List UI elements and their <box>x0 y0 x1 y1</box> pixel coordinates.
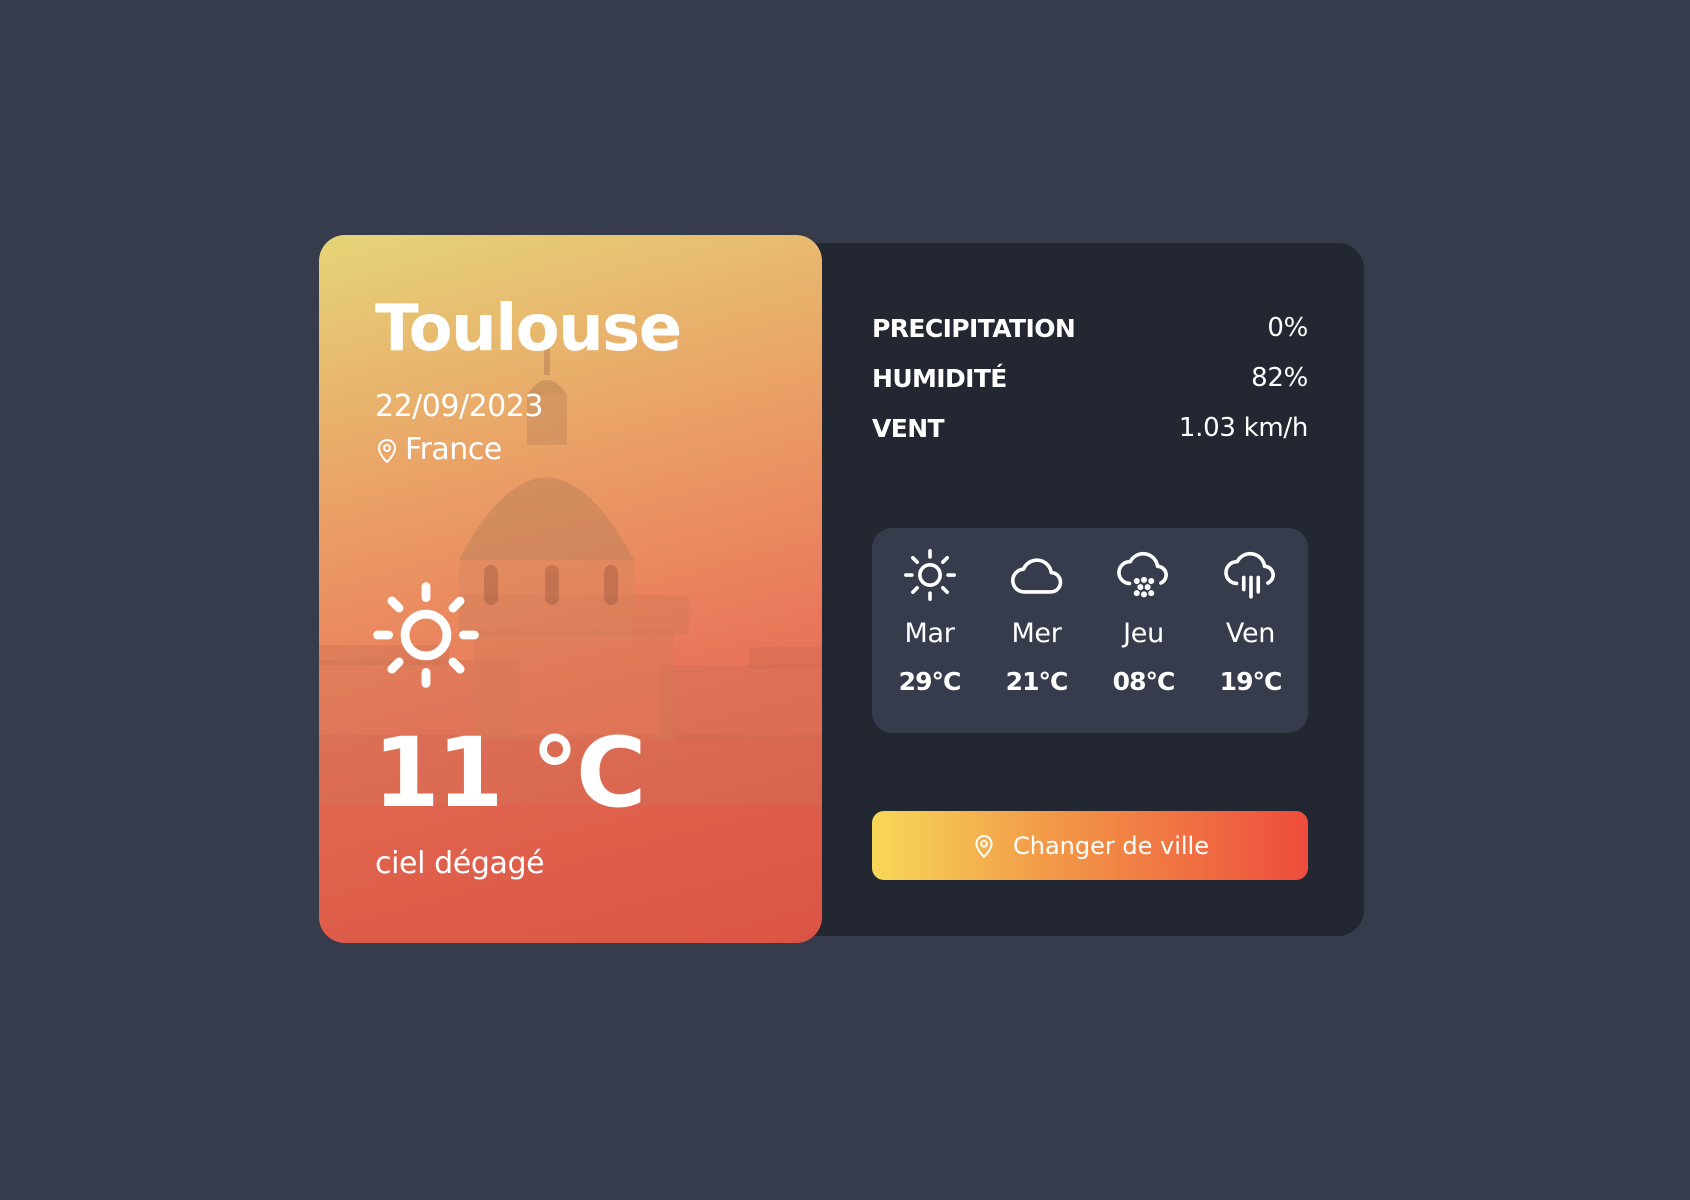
forecast-day-temp: 19°C <box>1219 667 1283 696</box>
stat-value: 82% <box>1251 363 1308 393</box>
forecast-day[interactable]: Ven 19°C <box>1201 528 1301 733</box>
cloud-icon <box>1008 546 1066 604</box>
details-panel: PRECIPITATION 0% HUMIDITÉ 82% VENT 1.03 … <box>760 243 1364 936</box>
forecast-day-temp: 21°C <box>1005 667 1069 696</box>
sun-icon <box>901 546 959 604</box>
stat-value: 1.03 km/h <box>1178 413 1308 443</box>
current-weather-card: Toulouse 22/09/2023 France 11 °C ciel dé… <box>319 235 822 943</box>
cloud-rain-icon <box>1222 546 1280 604</box>
forecast-day[interactable]: Mar 29°C <box>880 528 980 733</box>
change-city-label: Changer de ville <box>1013 831 1209 860</box>
current-temperature: 11 °C <box>373 717 646 829</box>
forecast-day[interactable]: Jeu 08°C <box>1094 528 1194 733</box>
sun-icon <box>371 580 481 690</box>
forecast-day-name: Mar <box>904 618 955 649</box>
forecast-day-name: Mer <box>1011 618 1062 649</box>
forecast-day[interactable]: Mer 21°C <box>987 528 1087 733</box>
cloud-drizzle-icon <box>1115 546 1173 604</box>
city-name: Toulouse <box>375 292 682 366</box>
stat-row-humidity: HUMIDITÉ 82% <box>872 353 1308 403</box>
weather-description: ciel dégagé <box>375 846 545 881</box>
forecast-list: Mar 29°C Mer 21°C Jeu 08°C Ven 19°C <box>872 528 1308 733</box>
stat-value: 0% <box>1267 313 1308 343</box>
weather-stats: PRECIPITATION 0% HUMIDITÉ 82% VENT 1.03 … <box>872 303 1308 453</box>
country-name: France <box>405 432 502 467</box>
country: France <box>375 435 502 465</box>
stat-label: VENT <box>872 413 945 443</box>
current-date: 22/09/2023 <box>375 389 543 424</box>
stat-label: HUMIDITÉ <box>872 363 1007 393</box>
stat-row-precipitation: PRECIPITATION 0% <box>872 303 1308 353</box>
forecast-day-name: Ven <box>1225 618 1276 649</box>
change-city-button[interactable]: Changer de ville <box>872 811 1308 880</box>
stat-label: PRECIPITATION <box>872 313 1076 343</box>
forecast-day-temp: 29°C <box>898 667 962 696</box>
map-pin-icon <box>971 833 997 859</box>
stat-row-wind: VENT 1.03 km/h <box>872 403 1308 453</box>
forecast-day-name: Jeu <box>1123 618 1164 649</box>
forecast-day-temp: 08°C <box>1112 667 1176 696</box>
map-pin-icon <box>375 436 399 464</box>
